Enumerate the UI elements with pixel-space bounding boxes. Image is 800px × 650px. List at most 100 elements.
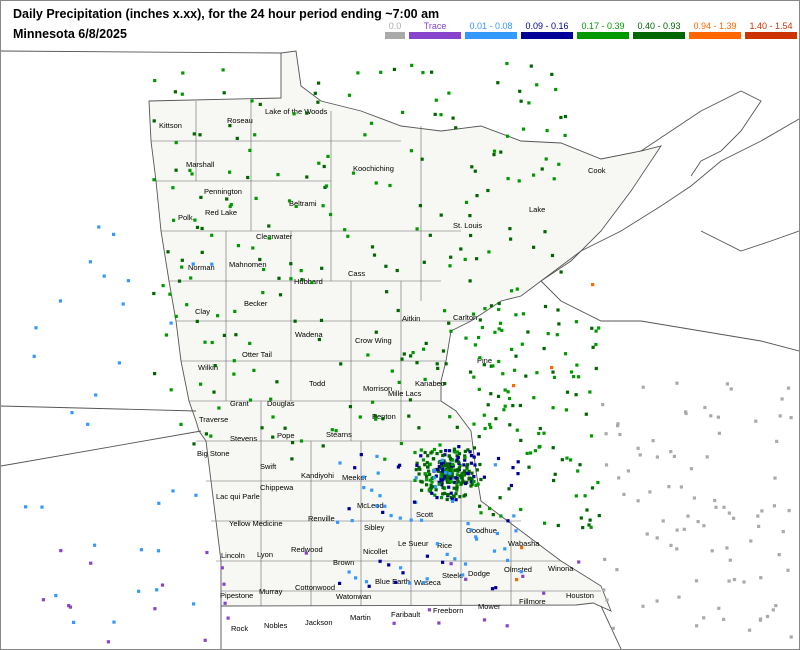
station-dot <box>590 326 594 330</box>
station-dot <box>452 447 457 451</box>
station-dot <box>511 404 515 408</box>
station-dot <box>430 491 434 495</box>
station-dot <box>478 504 482 508</box>
station-dot <box>387 563 391 567</box>
station-dot <box>267 224 271 228</box>
station-dot <box>348 405 352 409</box>
station-dot <box>542 431 546 435</box>
station-dot <box>506 390 510 394</box>
station-dot <box>725 546 729 550</box>
station-dot <box>112 620 116 624</box>
station-dot <box>703 405 707 410</box>
station-dot <box>277 276 281 280</box>
station-dot <box>160 583 165 587</box>
station-dot <box>321 444 325 448</box>
station-dot <box>542 346 546 351</box>
station-dot <box>430 70 434 74</box>
station-dot <box>451 462 455 466</box>
station-dot <box>305 175 309 179</box>
station-dot <box>459 247 463 251</box>
station-dot <box>565 456 569 460</box>
station-dot <box>427 488 431 492</box>
station-dot <box>509 237 513 241</box>
station-dot <box>506 177 510 181</box>
station-dot <box>626 469 630 473</box>
county-label: Mille Lacs <box>388 389 422 398</box>
station-dot <box>556 523 560 528</box>
station-dot <box>428 233 432 237</box>
station-dot <box>550 253 555 258</box>
legend-label: 0.0 <box>388 21 402 31</box>
station-dot <box>185 303 189 307</box>
station-dot <box>447 91 451 95</box>
station-dot <box>275 380 279 384</box>
station-dot <box>564 408 568 412</box>
county-label: Brown <box>333 558 354 567</box>
station-dot <box>437 621 441 625</box>
station-dot <box>454 498 458 502</box>
station-dot <box>725 382 729 386</box>
station-dot <box>545 129 549 133</box>
station-dot <box>89 561 93 565</box>
county-label: Todd <box>309 379 325 388</box>
station-dot <box>597 514 601 518</box>
station-dot <box>521 312 525 316</box>
station-dot <box>317 81 321 85</box>
station-dot <box>171 489 175 493</box>
station-dot <box>287 199 292 203</box>
county-label: Grant <box>230 399 250 408</box>
station-dot <box>435 496 439 500</box>
station-dot <box>722 505 726 509</box>
station-dot <box>439 113 443 117</box>
station-dot <box>32 354 36 358</box>
station-dot <box>602 588 606 592</box>
station-dot <box>514 313 518 317</box>
station-dot <box>684 410 688 414</box>
station-dot <box>381 510 385 514</box>
station-dot <box>636 499 640 503</box>
station-dot <box>422 260 426 264</box>
station-dot <box>439 449 443 454</box>
station-dot <box>448 415 452 419</box>
county-label: Lincoln <box>221 551 245 560</box>
station-dot <box>470 476 474 481</box>
station-dot <box>472 375 476 379</box>
station-dot <box>765 614 770 619</box>
station-dot <box>435 362 439 366</box>
county-label: Wabasha <box>508 539 540 548</box>
station-dot <box>596 480 600 485</box>
station-dot <box>543 521 547 525</box>
station-dot <box>491 513 495 517</box>
station-dot <box>415 463 419 467</box>
county-label: Big Stone <box>197 449 230 458</box>
station-dot <box>292 112 296 116</box>
legend-label: 0.17 - 0.39 <box>581 21 625 31</box>
station-dot <box>475 194 479 198</box>
station-dot <box>428 472 432 477</box>
county-label: Clay <box>195 307 210 316</box>
station-dot <box>520 342 524 346</box>
station-dot <box>172 218 176 222</box>
station-dot <box>695 624 699 628</box>
station-dot <box>425 478 429 482</box>
station-dot <box>358 415 362 419</box>
station-dot <box>94 393 98 397</box>
station-dot <box>353 466 357 470</box>
county-label: Roseau <box>227 116 253 125</box>
station-dot <box>152 119 156 123</box>
station-dot <box>408 398 412 402</box>
station-dot <box>588 518 592 522</box>
station-dot <box>384 264 388 268</box>
station-dot <box>180 92 184 96</box>
station-dot <box>479 477 483 482</box>
station-dot <box>192 132 196 136</box>
station-dot <box>443 309 447 313</box>
station-dot <box>496 394 501 398</box>
station-dot <box>414 476 418 480</box>
station-dot <box>468 279 472 283</box>
station-dot <box>376 471 380 475</box>
station-dot <box>424 341 428 345</box>
station-dot <box>780 397 784 401</box>
station-dot <box>402 352 406 356</box>
station-dot <box>258 257 262 262</box>
